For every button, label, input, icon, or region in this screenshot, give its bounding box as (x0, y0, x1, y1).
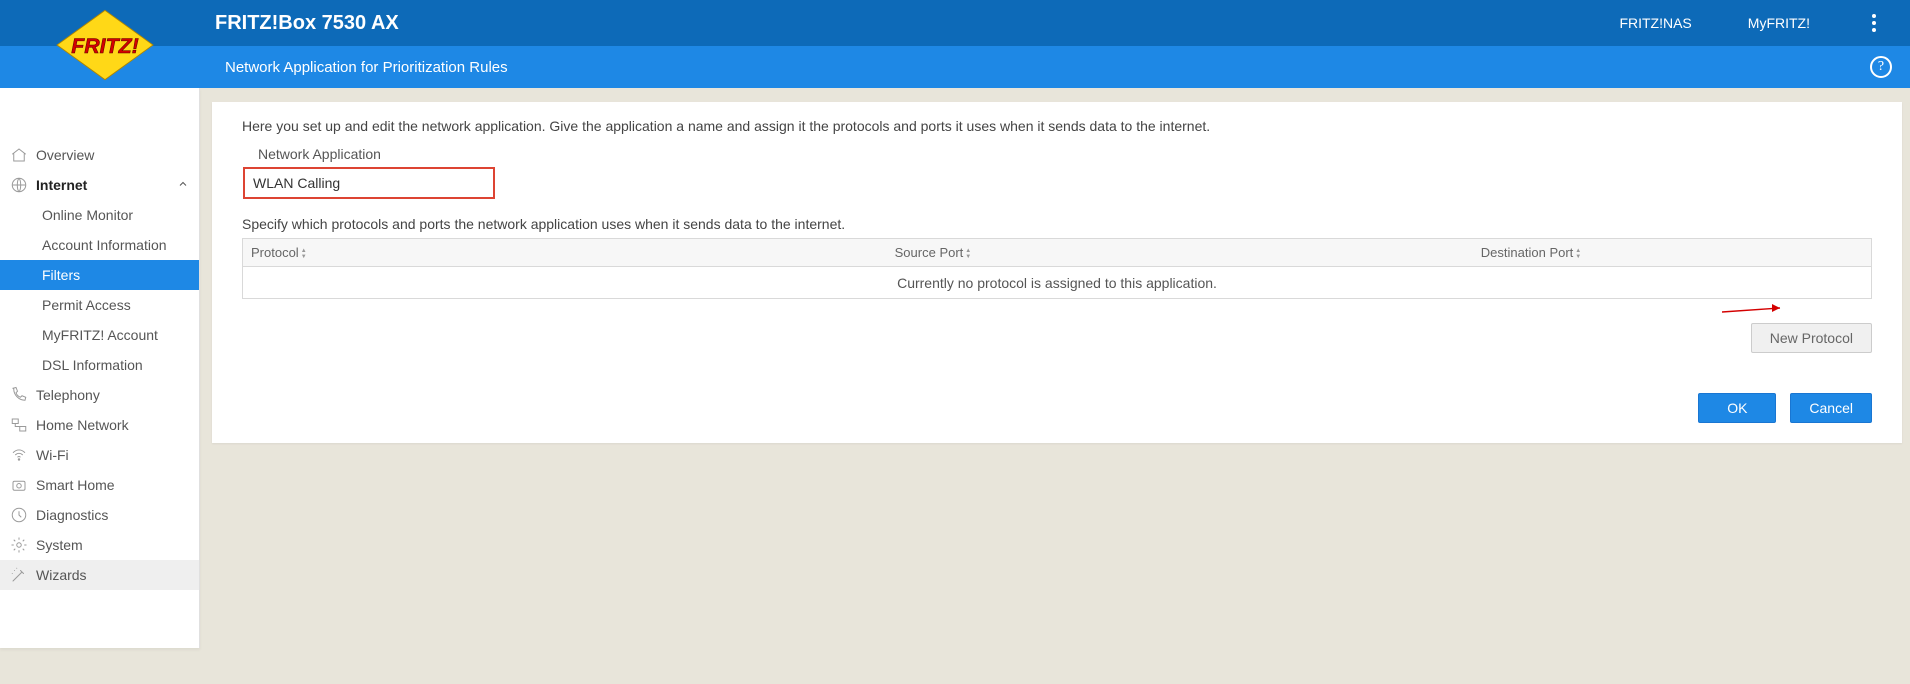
table-empty-row: Currently no protocol is assigned to thi… (243, 267, 1872, 299)
nav-wifi[interactable]: Wi-Fi (0, 440, 199, 470)
nav-system[interactable]: System (0, 530, 199, 560)
nav-telephony[interactable]: Telephony (0, 380, 199, 410)
nav-label: Wi-Fi (36, 447, 69, 463)
house-icon (10, 146, 28, 164)
column-destination-port[interactable]: Destination Port (1191, 239, 1871, 267)
network-icon (10, 416, 28, 434)
nav-permit-access[interactable]: Permit Access (0, 290, 199, 320)
nav-overview[interactable]: Overview (0, 140, 199, 170)
main-panel: Here you set up and edit the network app… (212, 102, 1902, 443)
ok-button[interactable]: OK (1698, 393, 1776, 423)
network-application-input[interactable] (244, 168, 494, 198)
wand-icon (10, 566, 28, 584)
nav-online-monitor[interactable]: Online Monitor (0, 200, 199, 230)
svg-text:FRITZ!: FRITZ! (71, 34, 139, 58)
annotation-arrow-icon (1722, 300, 1792, 320)
help-icon[interactable]: ? (1870, 56, 1892, 78)
chevron-up-icon (177, 177, 189, 193)
cancel-button[interactable]: Cancel (1790, 393, 1872, 423)
nav-internet[interactable]: Internet (0, 170, 199, 200)
intro-text: Here you set up and edit the network app… (242, 118, 1872, 134)
nav-wizards[interactable]: Wizards (0, 560, 199, 590)
nav-label: Overview (36, 147, 94, 163)
nav-myfritz-account[interactable]: MyFRITZ! Account (0, 320, 199, 350)
gear-icon (10, 536, 28, 554)
link-myfritz[interactable]: MyFRITZ! (1748, 15, 1810, 31)
note-text: Specify which protocols and ports the ne… (242, 216, 1872, 232)
nav-filters[interactable]: Filters (0, 260, 199, 290)
content-area: Here you set up and edit the network app… (200, 88, 1910, 648)
column-protocol[interactable]: Protocol (243, 239, 675, 267)
nav-label: Internet (36, 177, 87, 193)
nav-home-network[interactable]: Home Network (0, 410, 199, 440)
nav-label: Wizards (36, 567, 87, 583)
product-title: FRITZ!Box 7530 AX (215, 12, 399, 35)
nav-label: Diagnostics (36, 507, 108, 523)
fritz-logo: FRITZ! (0, 0, 210, 90)
diagnostics-icon (10, 506, 28, 524)
wifi-icon (10, 446, 28, 464)
nav-dsl-info[interactable]: DSL Information (0, 350, 199, 380)
column-source-port[interactable]: Source Port (675, 239, 1191, 267)
nav-label: Telephony (36, 387, 100, 403)
protocol-table: Protocol Source Port Destination Port Cu… (242, 238, 1872, 299)
link-fritznas[interactable]: FRITZ!NAS (1619, 15, 1691, 31)
nav-label: System (36, 537, 83, 553)
new-protocol-button[interactable]: New Protocol (1751, 323, 1872, 353)
nav-diagnostics[interactable]: Diagnostics (0, 500, 199, 530)
top-bar: FRITZ! FRITZ!Box 7530 AX FRITZ!NAS MyFRI… (0, 0, 1910, 46)
sort-icon (1575, 248, 1581, 260)
nav-smart-home[interactable]: Smart Home (0, 470, 199, 500)
nav-account-info[interactable]: Account Information (0, 230, 199, 260)
sort-icon (301, 248, 307, 260)
page-title: Network Application for Prioritization R… (225, 59, 508, 76)
more-menu-icon[interactable] (1866, 8, 1882, 38)
phone-icon (10, 386, 28, 404)
camera-icon (10, 476, 28, 494)
field-label: Network Application (258, 146, 1872, 162)
nav-label: Home Network (36, 417, 129, 433)
sidebar: Overview Internet Online Monitor Account… (0, 88, 200, 648)
sort-icon (965, 248, 971, 260)
nav-label: Smart Home (36, 477, 115, 493)
globe-icon (10, 176, 28, 194)
sub-bar: Network Application for Prioritization R… (0, 46, 1910, 88)
